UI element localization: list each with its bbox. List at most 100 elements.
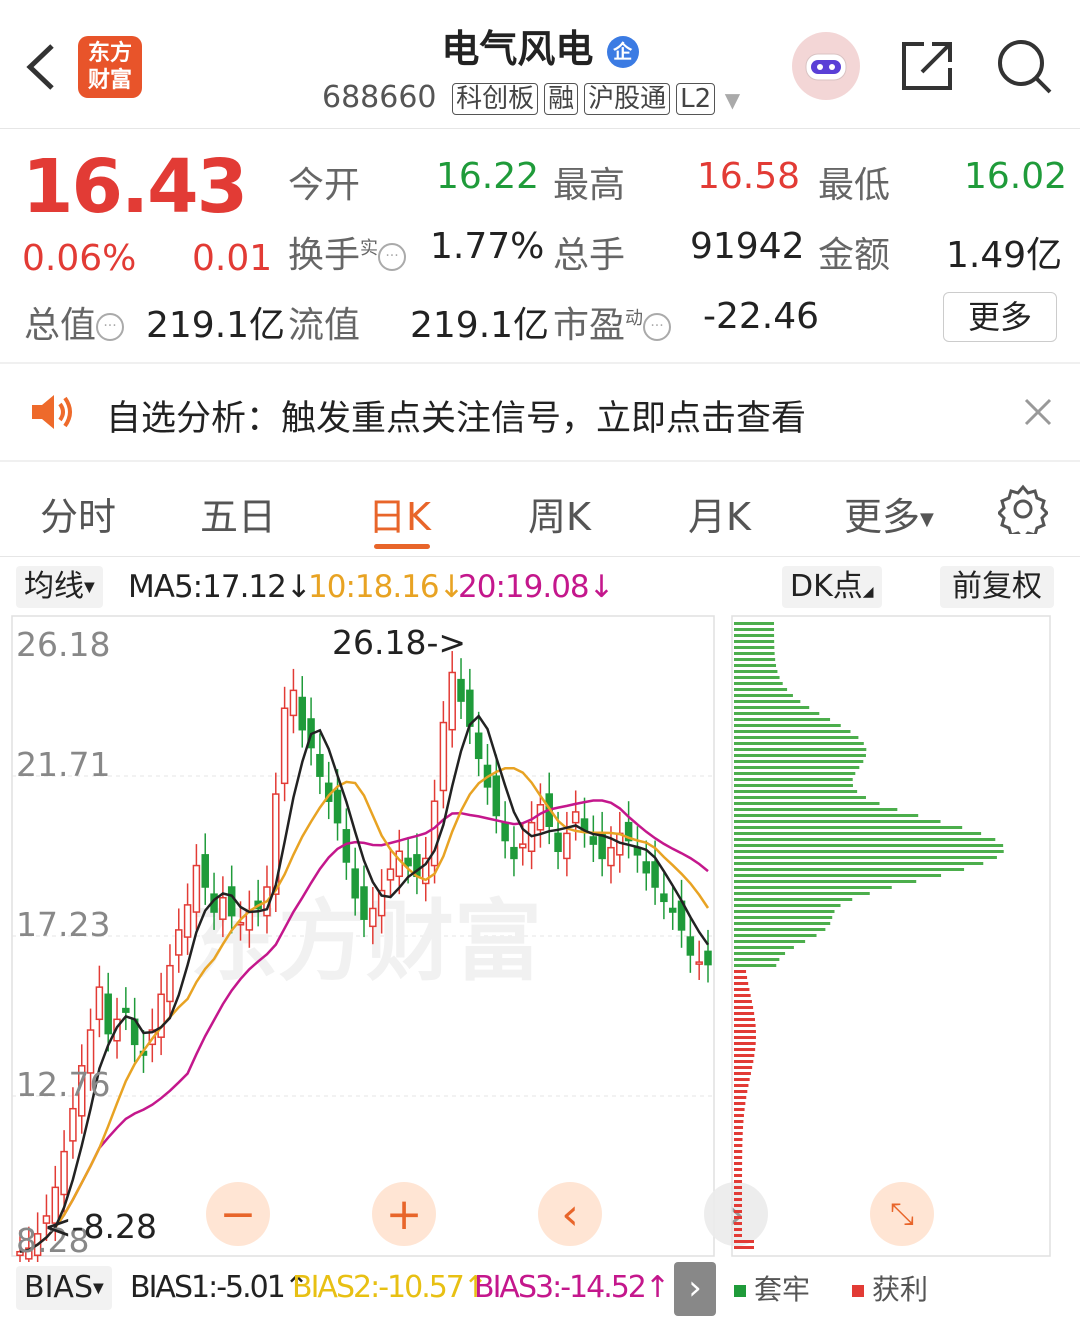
chip-distribution-chart (731, 615, 1051, 1257)
close-icon[interactable] (1022, 396, 1054, 428)
chip-bar (734, 1042, 756, 1045)
speaker-icon (30, 392, 76, 432)
back-icon[interactable] (18, 40, 62, 94)
chip-bar (734, 1114, 744, 1117)
amount-value: 1.49亿 (946, 235, 1063, 276)
candle-body (686, 936, 695, 956)
volume-label: 总手 (553, 235, 626, 276)
app-logo[interactable]: 东方财富 (78, 36, 142, 98)
chip-bar (734, 922, 831, 925)
dk-point-button[interactable]: DK点◢ (782, 566, 882, 608)
candle-body (563, 832, 571, 860)
candle-body (704, 950, 712, 966)
chip-bar (734, 946, 794, 949)
candle-body (651, 861, 659, 888)
notice-text[interactable]: 自选分析：触发重点关注信号，立即点击查看 (106, 390, 806, 441)
share-icon[interactable] (900, 38, 956, 94)
tab-intraday[interactable]: 分时 (40, 486, 116, 541)
caret-down-icon: ▼ (920, 509, 934, 530)
chip-bar (734, 1078, 750, 1081)
chip-bar (734, 1102, 746, 1105)
gear-icon[interactable] (996, 484, 1050, 542)
chip-bar (734, 1018, 755, 1021)
chip-bar (734, 910, 835, 913)
dynamic-mark: 动 (625, 308, 644, 329)
bias-selector[interactable]: BIAS▼ (16, 1266, 112, 1310)
chip-bar (734, 1174, 743, 1177)
scroll-left-button[interactable]: ‹ (538, 1182, 602, 1246)
tab-monthly-k[interactable]: 月K (688, 486, 751, 541)
info-icon[interactable]: ··· (643, 313, 672, 341)
chip-bar (734, 1006, 754, 1009)
chip-bar (734, 1012, 755, 1015)
chip-bar (734, 790, 858, 793)
change-percent: 0.06% (22, 238, 137, 279)
tab-daily-k[interactable]: 日K (368, 486, 431, 541)
candle-body (404, 857, 412, 867)
chip-bar (734, 1162, 743, 1165)
candle-body (298, 696, 307, 731)
tab-weekly-k[interactable]: 周K (528, 486, 591, 541)
chip-bar (734, 640, 775, 643)
zoom-in-button[interactable]: + (372, 1182, 436, 1246)
y-label-4: 12.76 (16, 1065, 110, 1104)
chip-bar (734, 748, 867, 751)
float-value: 219.1亿 (410, 305, 550, 346)
chip-bar (734, 664, 777, 667)
info-icon[interactable]: ··· (378, 243, 407, 271)
tab-five-day[interactable]: 五日 (200, 486, 276, 541)
chip-bar (734, 994, 751, 997)
kline-chart[interactable]: 东方财富 26.18 21.71 17.23 12.76 8.28 26.18-… (0, 612, 720, 1262)
max-price-marker: 26.18-> (332, 623, 466, 662)
search-icon[interactable] (996, 38, 1054, 96)
ma5-label: MA5:17.12↓ (128, 569, 312, 605)
stock-code: 688660 (322, 80, 437, 115)
candle-body (660, 893, 668, 903)
candle-body (280, 707, 289, 785)
ma10-label: 10:18.16↓ (308, 569, 465, 605)
pe-value: -22.46 (703, 296, 820, 337)
candle-body (668, 907, 677, 913)
info-icon[interactable]: ··· (96, 313, 125, 341)
chevron-down-icon[interactable]: ▼ (725, 88, 740, 112)
bias3-label: BIAS3:-14.52↑ (474, 1270, 670, 1305)
zoom-out-button[interactable]: − (206, 1182, 270, 1246)
candle-body (192, 864, 201, 913)
more-quote-button[interactable]: 更多 (943, 292, 1057, 342)
chip-bar (734, 802, 880, 805)
chip-bar (734, 1132, 743, 1135)
chip-bar (734, 982, 749, 985)
chip-bar (734, 1054, 755, 1057)
chip-bar (734, 1222, 743, 1225)
chip-bar (734, 1066, 753, 1069)
chip-bar (734, 1156, 743, 1159)
chip-bar (734, 700, 801, 703)
chip-bar (734, 1072, 751, 1075)
chip-bar (734, 658, 776, 661)
mcap-value: 219.1亿 (146, 305, 286, 346)
chip-bar (734, 868, 965, 871)
stock-title[interactable]: 电气风电 企 (360, 18, 720, 73)
chip-bar (734, 1030, 756, 1033)
chip-bar (734, 796, 866, 799)
chip-bar (734, 622, 775, 625)
chip-bar (734, 736, 859, 739)
candle-body (95, 986, 104, 1021)
ma-selector[interactable]: 均线▼ (16, 566, 103, 608)
indicator-next-button[interactable]: › (674, 1262, 716, 1316)
adjust-button[interactable]: 前复权 (940, 566, 1054, 608)
chip-bar (734, 778, 853, 781)
candle-body (360, 886, 368, 920)
candle-body (474, 732, 483, 760)
chip-bar (734, 940, 806, 943)
candle-body (183, 904, 192, 938)
candle-body (510, 846, 518, 860)
chip-bar (734, 1084, 749, 1087)
robot-assistant-icon[interactable] (792, 32, 860, 100)
chip-bar (734, 886, 892, 889)
candle-body (642, 861, 651, 874)
chip-bar (734, 862, 984, 865)
candle-body (448, 671, 456, 731)
chip-bar (734, 766, 860, 769)
tab-more[interactable]: 更多▼ (844, 486, 934, 541)
